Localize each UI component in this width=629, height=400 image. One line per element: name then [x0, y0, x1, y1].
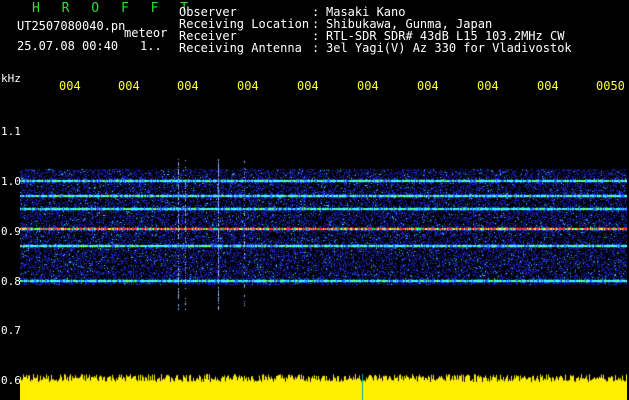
mode-label: meteor	[124, 26, 168, 40]
antenna-label: Receiving Antenna	[179, 41, 302, 55]
freq-label: 1.0	[1, 175, 21, 188]
file-name: UT2507080040.pn	[17, 19, 126, 33]
time-tick: 004	[477, 79, 499, 93]
time-tick: 004	[357, 79, 379, 93]
time-tick: 004	[297, 79, 319, 93]
date-time: 25.07.08 00:40	[17, 39, 119, 53]
frame-counter: 1..	[140, 39, 162, 53]
separator: :	[312, 41, 320, 55]
header: H R O F F T UT2507080040.pn meteor 25.07…	[0, 0, 629, 85]
freq-label: 1.1	[1, 125, 21, 138]
time-tick: 004	[59, 79, 81, 93]
antenna-value: 3el Yagi(V) Az 330 for Vladivostok	[326, 41, 572, 55]
time-tick: 004	[118, 79, 140, 93]
time-tick: 004	[417, 79, 439, 93]
time-tick: 004	[537, 79, 559, 93]
freq-label: 0.7	[1, 324, 21, 337]
freq-label: 0.8	[1, 275, 21, 288]
app-brand: H R O F F T	[32, 1, 196, 16]
time-tick: 004	[237, 79, 259, 93]
spectrogram-canvas[interactable]	[20, 92, 627, 400]
freq-label: 0.9	[1, 225, 21, 238]
freq-label: 0.6	[1, 374, 21, 387]
spectrogram-plot[interactable]	[20, 92, 627, 400]
time-tick: 004	[177, 79, 199, 93]
time-tick: 0050	[596, 79, 625, 93]
freq-unit-label: kHz	[1, 72, 21, 85]
